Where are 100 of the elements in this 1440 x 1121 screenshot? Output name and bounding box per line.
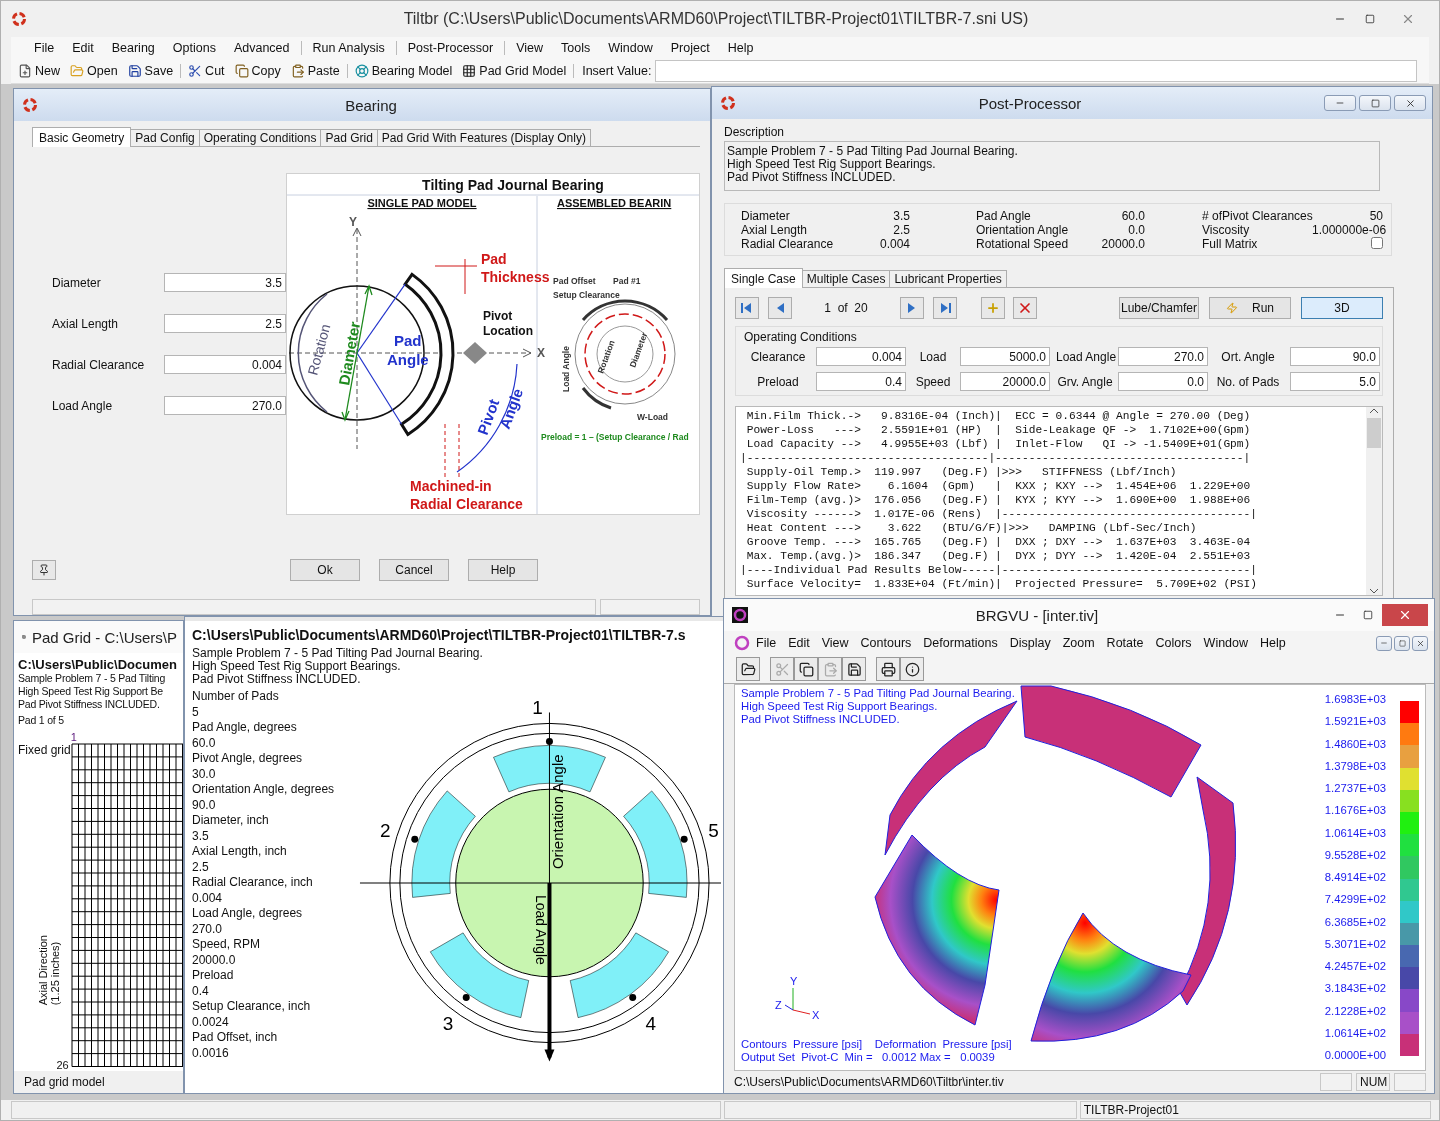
close-button[interactable]	[1394, 95, 1426, 111]
action-button[interactable]: Lube/Chamfer	[1119, 297, 1199, 319]
toolbar-button[interactable]: New	[13, 60, 65, 82]
angle-label: Orientation Angle	[549, 754, 567, 870]
input-field[interactable]: 90.0	[1290, 347, 1380, 366]
legend-value: 8.4914E+02	[1324, 871, 1386, 884]
menu-item[interactable]: Deformations	[917, 634, 1004, 652]
close-button[interactable]	[1412, 635, 1428, 651]
toolbar-button[interactable]: Save	[122, 60, 179, 82]
toolbar-button[interactable]	[736, 657, 760, 681]
file-path: C:\Users\Public\Documen	[18, 657, 178, 672]
menu-item[interactable]: File	[25, 39, 64, 57]
menu-item[interactable]: Options	[163, 39, 225, 57]
scrollbar-thumb[interactable]	[1367, 418, 1381, 448]
property-value: 90.0	[192, 798, 217, 812]
action-button[interactable]: Run	[1209, 297, 1291, 319]
restore-button[interactable]	[1394, 635, 1410, 651]
diagram-label: Pivot	[483, 309, 513, 323]
toolbar-button[interactable]	[794, 657, 818, 681]
menu-item[interactable]: Colors	[1149, 634, 1198, 652]
first-button[interactable]	[735, 297, 759, 319]
clearance-line	[458, 423, 460, 480]
delete-button[interactable]	[1013, 297, 1037, 319]
input-field[interactable]: 270.0	[1118, 347, 1208, 366]
menu-item[interactable]: Post-Processor	[398, 39, 503, 57]
tab[interactable]: Single Case	[724, 268, 803, 288]
menu-item[interactable]: Contours	[854, 634, 918, 652]
menu-item[interactable]: Run Analysis	[303, 39, 394, 57]
input-field[interactable]: 20000.0	[960, 372, 1050, 391]
menu-item[interactable]: View	[507, 39, 553, 57]
menu-item[interactable]: Display	[1003, 634, 1057, 652]
menu-item[interactable]: Rotate	[1100, 634, 1150, 652]
minimize-button[interactable]	[1376, 635, 1392, 651]
menu-item[interactable]: Help	[718, 39, 763, 57]
toolbar-button[interactable]: Open	[65, 60, 123, 82]
checkbox[interactable]	[1371, 237, 1383, 249]
input-field[interactable]	[655, 60, 1417, 82]
toolbar-button[interactable]: Cut	[183, 60, 230, 82]
tab[interactable]: Basic Geometry	[32, 127, 132, 147]
next-button[interactable]	[900, 297, 924, 319]
input-field[interactable]: 3.5	[164, 273, 286, 292]
input-field[interactable]: 0.4	[816, 372, 906, 391]
toolbar-button[interactable]	[900, 657, 924, 681]
toolbar-button[interactable]: Bearing Model	[349, 60, 458, 82]
minimize-button[interactable]	[1324, 95, 1356, 111]
menu-item[interactable]: Zoom	[1056, 634, 1101, 652]
dialog-button[interactable]: Help	[468, 559, 538, 581]
info-icon	[904, 661, 920, 677]
toolbar-button[interactable]: Pad Grid Model	[457, 60, 572, 82]
menu-item[interactable]: Window	[599, 39, 662, 57]
field-label: Ort. Angle	[1220, 349, 1276, 364]
scissors-icon	[774, 661, 790, 677]
field-label: Radial Clearance	[52, 357, 145, 372]
maximize-icon	[1363, 610, 1373, 620]
menu-item[interactable]: Window	[1197, 634, 1255, 652]
dialog-button[interactable]: Cancel	[379, 559, 449, 581]
menu-item[interactable]: File	[750, 634, 783, 652]
menu-item[interactable]: Project	[661, 39, 719, 57]
menu-item[interactable]: Tools	[552, 39, 600, 57]
pad-number: 2	[380, 819, 391, 841]
status-panel	[1320, 1073, 1352, 1091]
description-line: Sample Problem 7 - 5 Pad Tilting	[18, 672, 167, 685]
menu-item[interactable]: Advanced	[224, 39, 299, 57]
menu-item[interactable]: Help	[1254, 634, 1292, 652]
input-field[interactable]: 5.0	[1290, 372, 1380, 391]
legend-value: 1.6983E+03	[1324, 693, 1386, 706]
tab[interactable]: Pad Config	[130, 129, 200, 147]
menu-item[interactable]: View	[815, 634, 855, 652]
menu-item[interactable]: Edit	[782, 634, 816, 652]
legend-value: 2.1228E+02	[1324, 1004, 1386, 1018]
input-field[interactable]: 270.0	[164, 396, 286, 415]
tab[interactable]: Lubricant Properties	[889, 270, 1007, 288]
window-title: Bearing	[344, 96, 398, 114]
input-field[interactable]: 0.004	[816, 347, 906, 366]
parameter-value: 60.0	[1120, 209, 1145, 223]
input-field[interactable]: 0.0	[1118, 372, 1208, 391]
action-button[interactable]: 3D	[1301, 297, 1383, 319]
tab[interactable]: Multiple Cases	[801, 270, 891, 288]
input-field[interactable]: 5000.0	[960, 347, 1050, 366]
scrollbar[interactable]	[1366, 407, 1382, 595]
menu-item[interactable]: Edit	[63, 39, 103, 57]
menu-item[interactable]: Bearing	[102, 39, 164, 57]
property-label: Speed, RPM	[192, 938, 262, 951]
last-button[interactable]	[933, 297, 957, 319]
lifebuoy-icon	[354, 64, 369, 78]
pin-button[interactable]	[32, 560, 56, 580]
maximize-button[interactable]	[1359, 95, 1391, 111]
tab[interactable]: Operating Conditions	[198, 129, 322, 147]
previous-button[interactable]	[768, 297, 792, 319]
status-text: TILTBR-Project01	[1079, 1101, 1431, 1119]
toolbar-button[interactable]	[876, 657, 900, 681]
toolbar-button[interactable]: Paste	[285, 60, 345, 82]
input-field[interactable]: 0.004	[164, 355, 286, 374]
status-text: Pad grid model	[24, 1075, 105, 1089]
group-label: Operating Conditions	[744, 330, 857, 344]
dialog-button[interactable]: Ok	[290, 559, 360, 581]
input-field[interactable]: 2.5	[164, 314, 286, 333]
toolbar-button[interactable]: Copy	[229, 60, 286, 82]
tab[interactable]: Pad Grid With Features (Display Only)	[376, 129, 591, 147]
toolbar-button[interactable]	[842, 657, 866, 681]
